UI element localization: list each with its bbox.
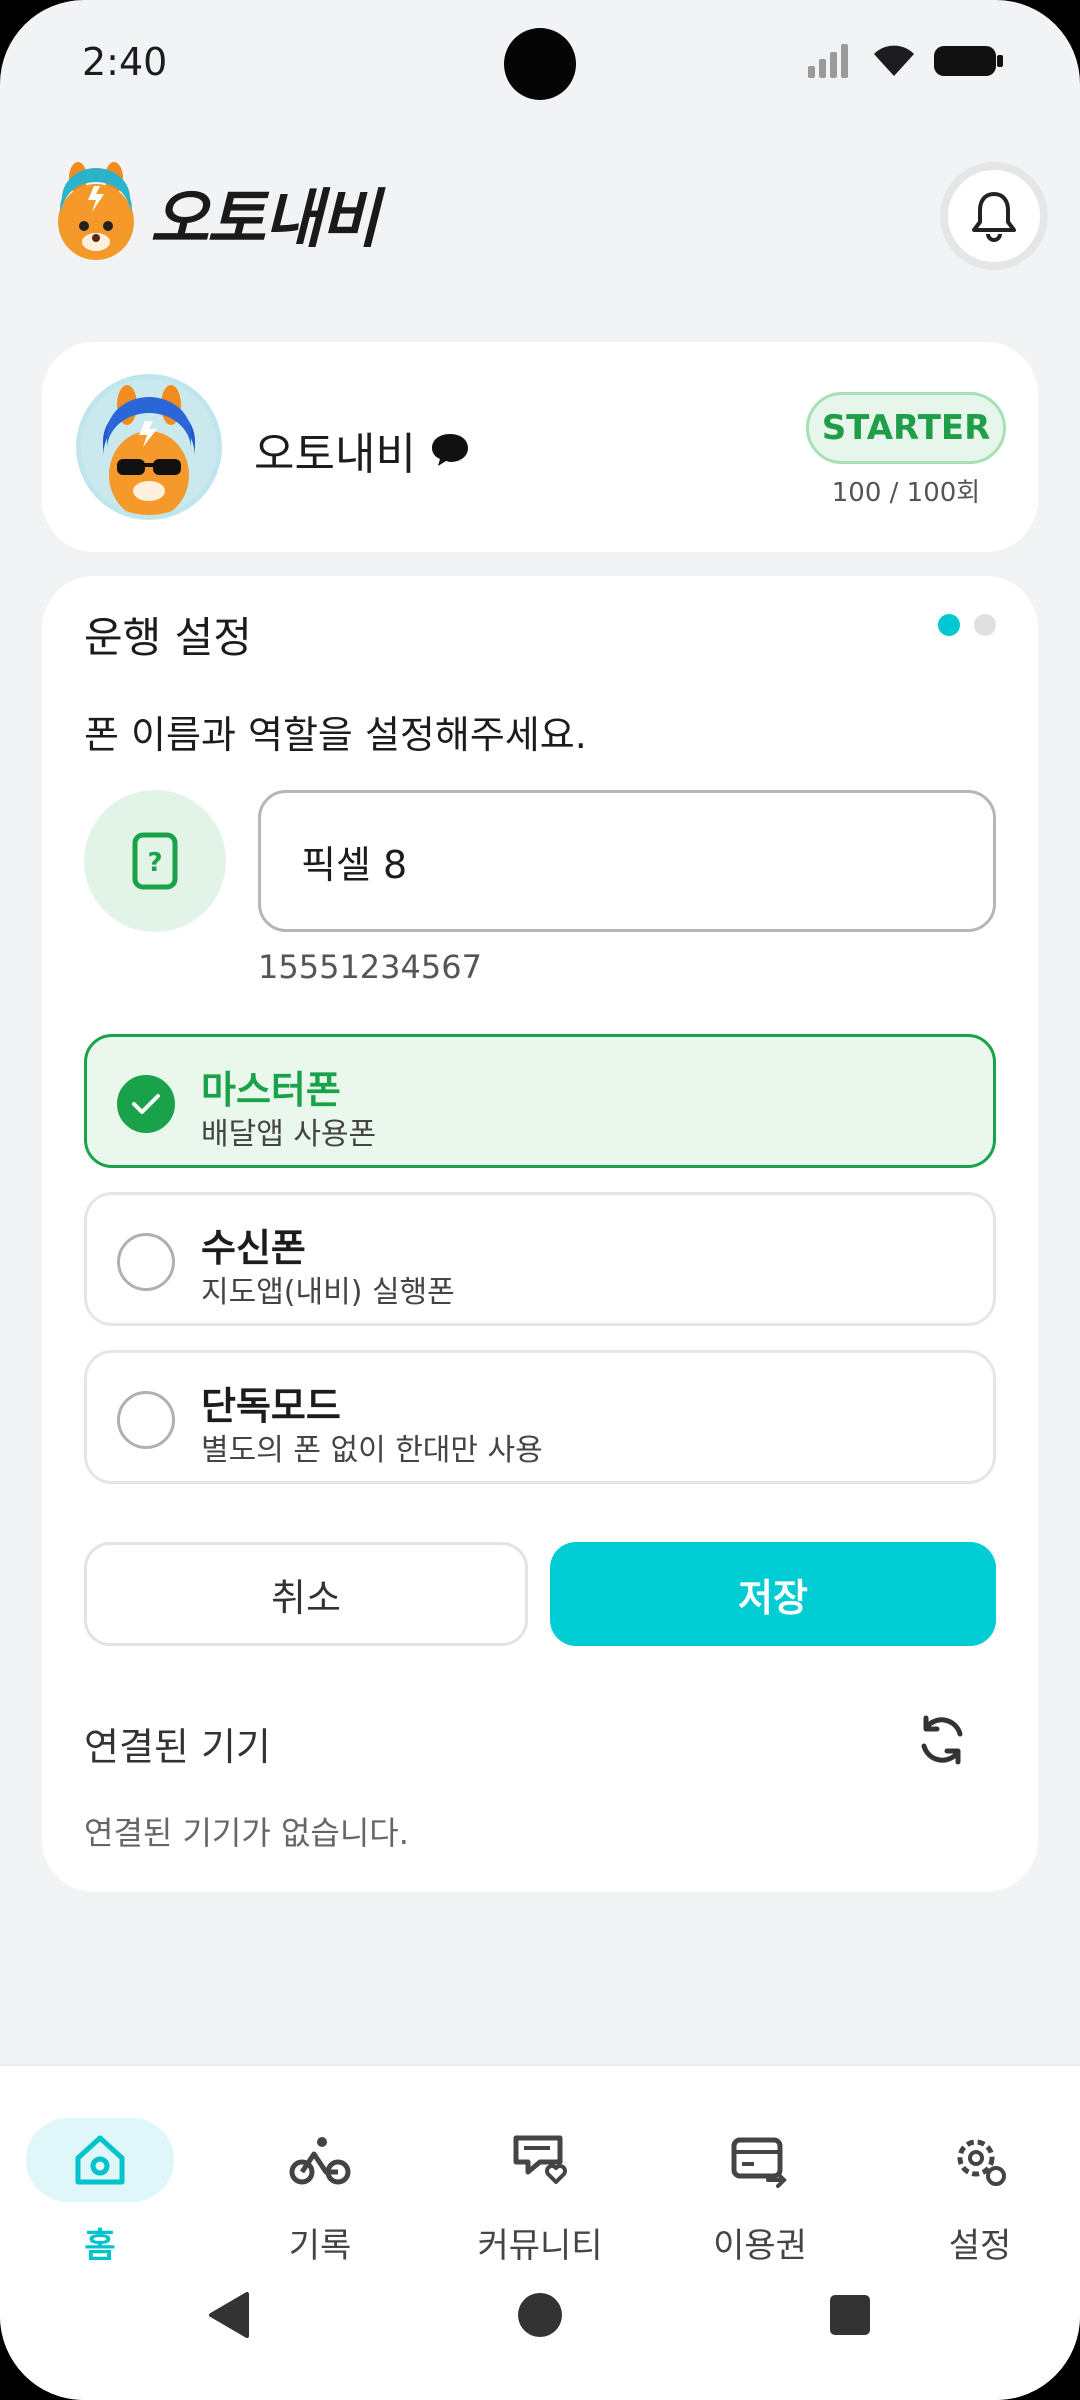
message-heart-icon	[513, 2135, 567, 2184]
nav-icon-wrap	[906, 2118, 1054, 2202]
mascot-logo-icon	[58, 162, 134, 260]
card-title: 운행 설정	[84, 613, 252, 662]
profile-name: 오토내비	[254, 429, 416, 480]
role-option-master[interactable]: 마스터폰 배달앱 사용폰	[84, 1034, 996, 1168]
page-indicator	[938, 614, 996, 636]
nav-label: 기록	[288, 2226, 352, 2266]
save-button[interactable]: 저장	[550, 1542, 996, 1646]
bell-icon	[972, 192, 1016, 242]
svg-text:?: ?	[147, 848, 162, 878]
radio-unchecked[interactable]	[117, 1233, 175, 1291]
radio-unchecked[interactable]	[117, 1391, 175, 1449]
nav-item-records[interactable]: 기록	[230, 2090, 410, 2280]
plan-badge: STARTER	[806, 392, 1006, 464]
devices-empty-text: 연결된 기기가 없습니다.	[84, 1814, 409, 1852]
chat-bubble-icon[interactable]	[430, 432, 470, 468]
cancel-button[interactable]: 취소	[84, 1542, 528, 1646]
ticket-icon	[731, 2137, 787, 2188]
nav-icon-wrap	[246, 2118, 394, 2202]
mascot-avatar-icon	[81, 379, 217, 515]
home-icon	[75, 2135, 125, 2185]
role-title: 수신폰	[201, 1226, 306, 1270]
recents-square-icon	[830, 2295, 870, 2335]
home-button[interactable]	[495, 2270, 585, 2360]
wifi-icon	[874, 45, 914, 76]
nav-item-home[interactable]: 홈	[10, 2090, 190, 2280]
plan-usage: 100 / 100회	[831, 478, 981, 508]
app-logo: 오토내비	[48, 162, 380, 266]
page-dot	[974, 614, 996, 636]
nav-label: 이용권	[713, 2226, 807, 2266]
phone-question-icon: ?	[132, 832, 178, 890]
check-icon	[132, 1094, 160, 1114]
system-nav-bar	[0, 2270, 1080, 2400]
role-title: 마스터폰	[201, 1068, 341, 1112]
nav-item-settings[interactable]: 설정	[890, 2090, 1070, 2280]
nav-label: 홈	[84, 2226, 116, 2266]
role-title: 단독모드	[201, 1384, 341, 1428]
signal-icon	[808, 44, 848, 78]
profile-card[interactable]: 오토내비 STARTER 100 / 100회	[42, 342, 1038, 552]
nav-icon-highlight	[26, 2118, 174, 2202]
role-option-standalone[interactable]: 단독모드 별도의 폰 없이 한대만 사용	[84, 1350, 996, 1484]
phone-name-input[interactable]	[258, 790, 996, 932]
status-bar: 2:40	[0, 0, 1080, 130]
app-name: 오토내비	[150, 183, 380, 257]
nav-label: 커뮤니티	[477, 2226, 603, 2266]
radio-checked[interactable]	[117, 1075, 175, 1133]
front-camera	[504, 28, 576, 100]
nav-item-community[interactable]: 커뮤니티	[450, 2090, 630, 2280]
phone-number: 15551234567	[258, 948, 482, 986]
nav-icon-wrap	[466, 2118, 614, 2202]
app-screen: 2:40 오토내비 오토내비 STARTER 100 / 100회 운행 설정 …	[0, 0, 1080, 2400]
nav-icon-wrap	[686, 2118, 834, 2202]
refresh-icon	[921, 1715, 963, 1765]
bicycle-icon	[289, 2137, 351, 2185]
page-dot-active	[938, 614, 960, 636]
role-desc: 지도앱(내비) 실행폰	[201, 1275, 455, 1310]
home-circle-icon	[518, 2293, 562, 2337]
back-triangle-icon	[209, 2292, 249, 2338]
notification-button[interactable]	[940, 162, 1048, 270]
battery-icon	[934, 46, 1003, 76]
drive-settings-card: 운행 설정 폰 이름과 역할을 설정해주세요. ? 15551234567 마스…	[42, 576, 1038, 1892]
connected-devices-title: 연결된 기기	[84, 1725, 271, 1769]
back-button[interactable]	[184, 2270, 274, 2360]
nav-item-pass[interactable]: 이용권	[670, 2090, 850, 2280]
profile-name-row: 오토내비	[254, 418, 470, 482]
role-desc: 배달앱 사용폰	[201, 1117, 377, 1152]
card-subtitle: 폰 이름과 역할을 설정해주세요.	[84, 713, 587, 757]
phone-icon-badge: ?	[84, 790, 226, 932]
status-time: 2:40	[82, 40, 168, 84]
recents-button[interactable]	[805, 2270, 895, 2360]
role-desc: 별도의 폰 없이 한대만 사용	[201, 1433, 543, 1468]
nav-label: 설정	[948, 2226, 1012, 2266]
status-icons	[808, 44, 1004, 78]
role-option-receiver[interactable]: 수신폰 지도앱(내비) 실행폰	[84, 1192, 996, 1326]
refresh-button[interactable]	[910, 1708, 974, 1772]
gear-icon	[957, 2139, 1006, 2186]
avatar	[76, 374, 222, 520]
